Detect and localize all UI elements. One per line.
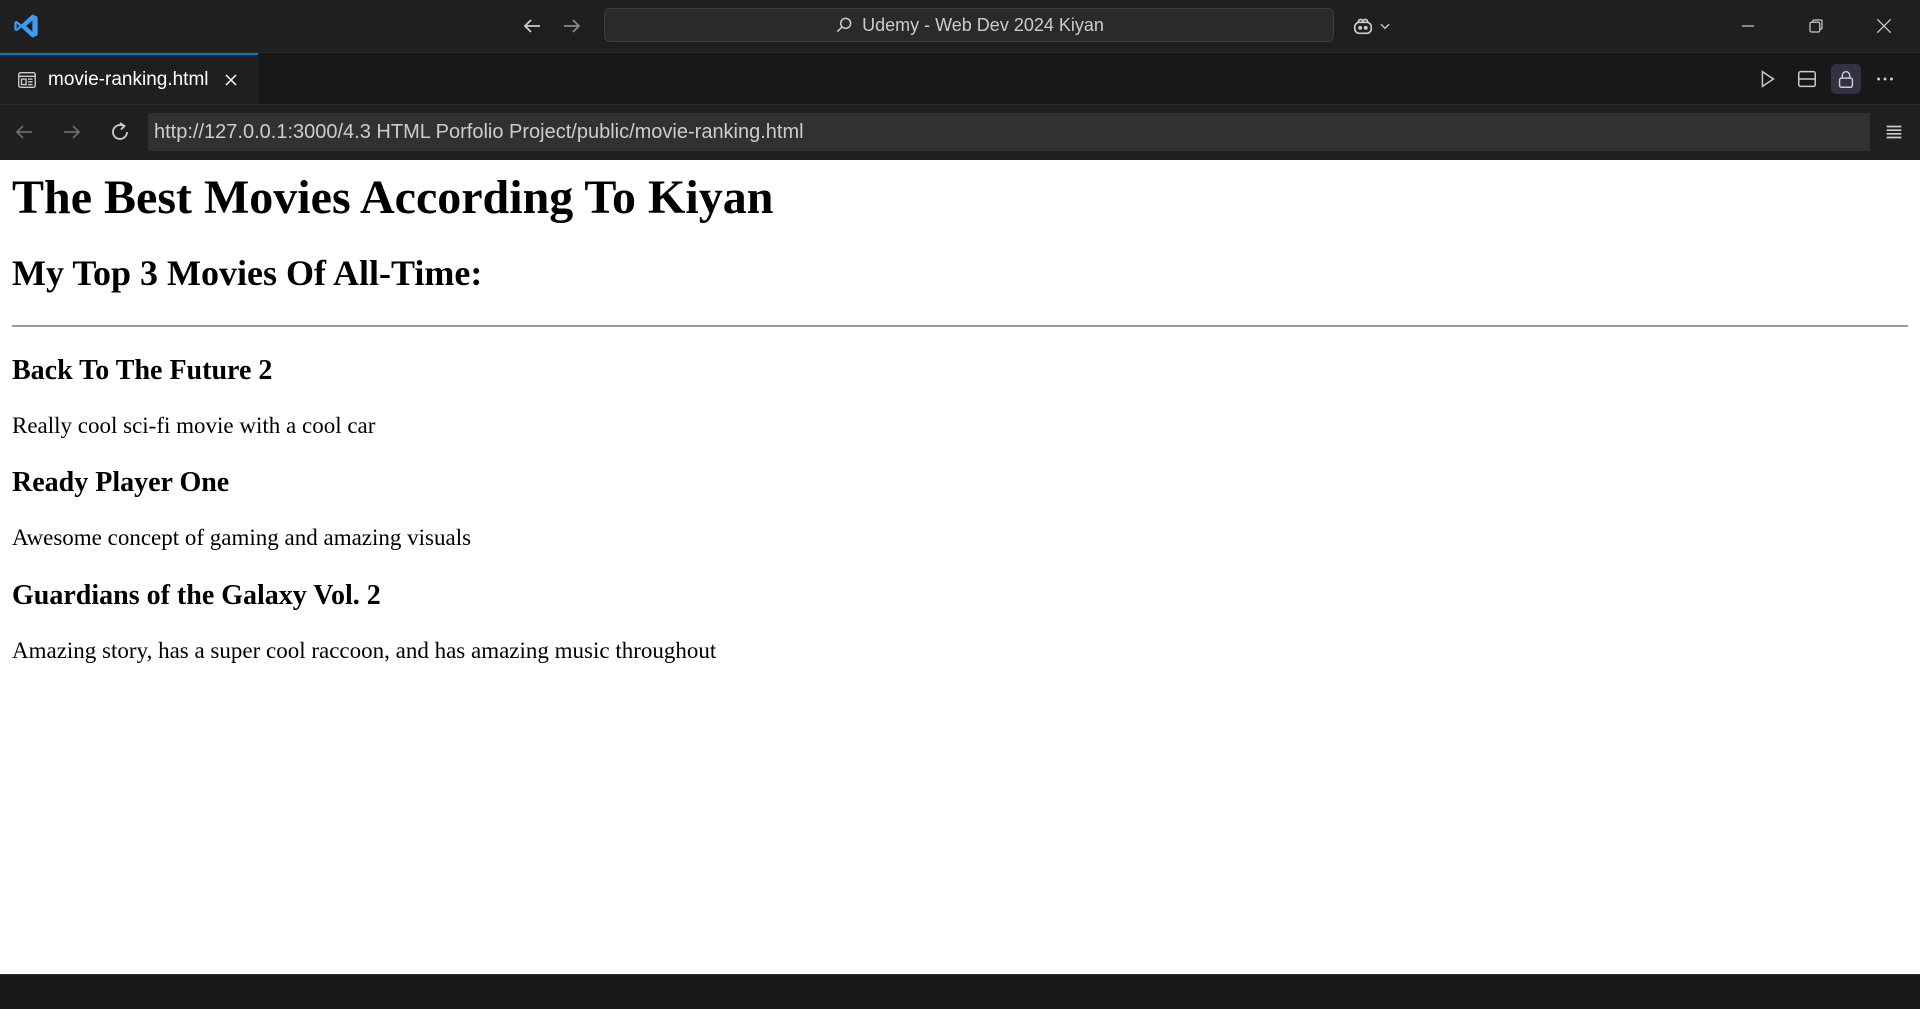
more-icon bbox=[1877, 77, 1893, 81]
browser-address-bar bbox=[0, 105, 1920, 159]
preview-icon bbox=[18, 71, 36, 88]
browser-menu-button[interactable] bbox=[1880, 118, 1908, 146]
arrow-left-icon[interactable] bbox=[520, 14, 544, 38]
split-editor-icon bbox=[1798, 70, 1816, 88]
arrow-right-icon bbox=[64, 125, 81, 139]
movie-title: Guardians of the Galaxy Vol. 2 bbox=[12, 579, 381, 611]
lock-button[interactable] bbox=[1831, 64, 1861, 94]
close-window-button[interactable] bbox=[1852, 0, 1916, 52]
more-actions-button[interactable] bbox=[1870, 64, 1900, 94]
page-title: The Best Movies According To Kiyan bbox=[12, 171, 774, 224]
close-tab-icon[interactable] bbox=[221, 70, 241, 90]
arrow-right-icon[interactable] bbox=[560, 14, 584, 38]
split-editor-button[interactable] bbox=[1792, 64, 1822, 94]
lock-icon bbox=[1838, 70, 1854, 88]
movie-description: Amazing story, has a super cool raccoon,… bbox=[12, 638, 717, 664]
close-icon bbox=[1876, 18, 1892, 34]
movie-title: Ready Player One bbox=[12, 467, 230, 499]
editor-tab-bar: movie-ranking.html bbox=[0, 53, 1920, 105]
command-center-search[interactable]: Udemy - Web Dev 2024 Kiyan bbox=[604, 8, 1334, 42]
tab-label: movie-ranking.html bbox=[48, 68, 209, 90]
chevron-down-icon bbox=[1380, 23, 1390, 30]
restore-icon bbox=[1809, 19, 1823, 33]
run-icon bbox=[1761, 70, 1775, 88]
tab-movie-ranking[interactable]: movie-ranking.html bbox=[0, 53, 258, 104]
copilot-menu[interactable] bbox=[1352, 13, 1400, 39]
vscode-logo bbox=[14, 14, 38, 38]
divider bbox=[12, 324, 1908, 327]
arrow-left-icon bbox=[15, 125, 32, 139]
minimize-icon bbox=[1742, 25, 1754, 27]
restore-button[interactable] bbox=[1784, 0, 1848, 52]
page-viewport: The Best Movies According To Kiyan My To… bbox=[0, 160, 1920, 974]
url-input[interactable] bbox=[148, 113, 1870, 151]
menu-icon bbox=[1886, 125, 1902, 139]
search-icon bbox=[836, 17, 852, 33]
browser-forward-button[interactable] bbox=[58, 118, 86, 146]
run-button[interactable] bbox=[1752, 64, 1782, 94]
reload-icon bbox=[112, 122, 128, 140]
movie-description: Really cool sci-fi movie with a cool car bbox=[12, 412, 376, 438]
page-subtitle: My Top 3 Movies Of All-Time: bbox=[12, 253, 483, 294]
status-bar bbox=[0, 974, 1920, 1009]
movie-title: Back To The Future 2 bbox=[12, 354, 273, 386]
reload-button[interactable] bbox=[106, 118, 134, 146]
copilot-icon bbox=[1353, 18, 1373, 35]
title-bar: Udemy - Web Dev 2024 Kiyan bbox=[0, 0, 1920, 53]
command-center-label: Udemy - Web Dev 2024 Kiyan bbox=[862, 14, 1104, 35]
movie-description: Awesome concept of gaming and amazing vi… bbox=[12, 525, 472, 551]
minimize-button[interactable] bbox=[1716, 0, 1780, 52]
browser-back-button[interactable] bbox=[10, 118, 38, 146]
